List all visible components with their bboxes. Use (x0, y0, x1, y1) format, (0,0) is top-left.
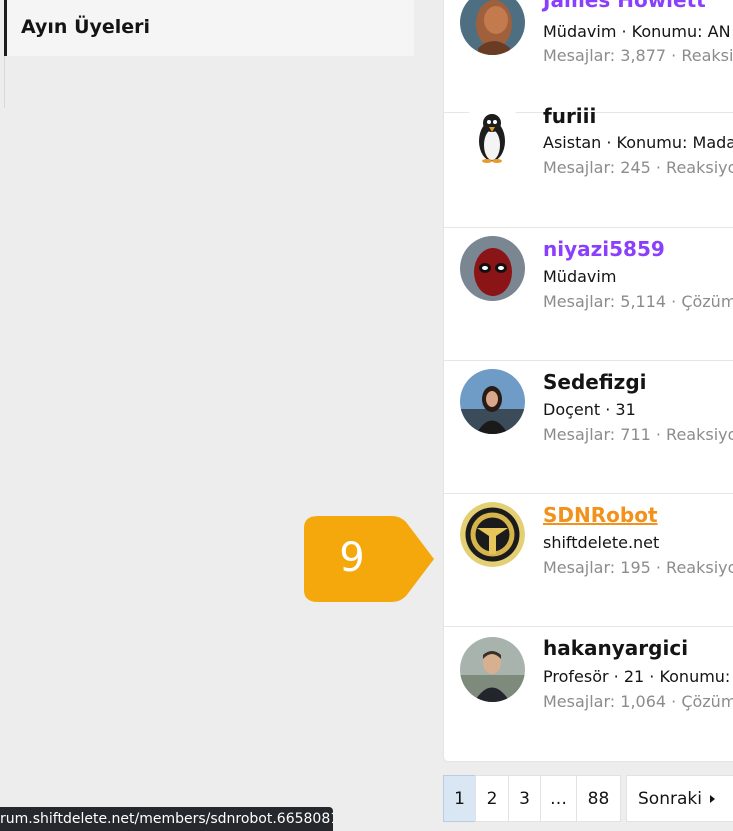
page-3-button[interactable]: 3 (508, 775, 541, 822)
avatar[interactable] (460, 103, 525, 168)
member-info: Asistan · Konumu: Mada (543, 133, 733, 152)
member-row: Sedefizgi Doçent · 31 Mesajlar: 711 · Re… (444, 361, 733, 494)
callout-number: 9 (339, 535, 365, 581)
member-stats: Mesajlar: 1,064 · Çözüm (543, 692, 733, 711)
page-1-button[interactable]: 1 (443, 775, 476, 822)
member-stats: Mesajlar: 245 · Reaksiyo (543, 158, 733, 177)
sidebar-tab-members-of-month[interactable]: Ayın Üyeleri (4, 0, 414, 56)
member-info: Doçent · 31 (543, 400, 636, 419)
page-2-button[interactable]: 2 (475, 775, 509, 822)
member-info: shiftdelete.net (543, 533, 660, 552)
member-info: Profesör · 21 · Konumu: (543, 667, 731, 686)
caret-right-icon (709, 795, 715, 803)
member-row: hakanyargici Profesör · 21 · Konumu: Mes… (444, 627, 733, 760)
member-name[interactable]: James Howlett (543, 0, 706, 12)
page-ellipsis-button[interactable]: … (540, 775, 577, 822)
member-info: Müdavim · Konumu: AN (543, 22, 731, 41)
page-88-button[interactable]: 88 (576, 775, 621, 822)
avatar[interactable] (460, 0, 525, 55)
member-row: SDNRobot shiftdelete.net Mesajlar: 195 ·… (444, 494, 733, 627)
status-url-tooltip: rum.shiftdelete.net/members/sdnrobot.665… (0, 807, 333, 831)
member-name[interactable]: SDNRobot (543, 503, 658, 527)
member-stats: Mesajlar: 195 · Reaksiyo (543, 558, 733, 577)
avatar[interactable] (460, 236, 525, 301)
member-name[interactable]: hakanyargici (543, 636, 688, 660)
callout-badge: 9 (296, 516, 436, 602)
avatar[interactable] (460, 369, 525, 434)
member-row: furiii Asistan · Konumu: Mada Mesajlar: … (444, 95, 733, 228)
next-page-button[interactable]: Sonraki (626, 775, 733, 822)
member-stats: Mesajlar: 711 · Reaksiyo (543, 425, 733, 444)
member-stats: Mesajlar: 3,877 · Reaksiy (543, 46, 733, 65)
member-name[interactable]: niyazi5859 (543, 237, 665, 261)
member-row: niyazi5859 Müdavim Mesajlar: 5,114 · Çöz… (444, 228, 733, 361)
avatar[interactable] (460, 502, 525, 567)
member-info: Müdavim (543, 267, 617, 286)
sidebar-tab-title: Ayın Üyeleri (21, 16, 151, 38)
avatar[interactable] (460, 637, 525, 702)
member-name[interactable]: furiii (543, 104, 596, 128)
sidebar-divider (4, 56, 5, 108)
member-stats: Mesajlar: 5,114 · Çözüm (543, 292, 733, 311)
member-name[interactable]: Sedefizgi (543, 370, 647, 394)
member-list: James Howlett Müdavim · Konumu: AN Mesaj… (444, 0, 733, 761)
next-page-label: Sonraki (638, 789, 702, 809)
